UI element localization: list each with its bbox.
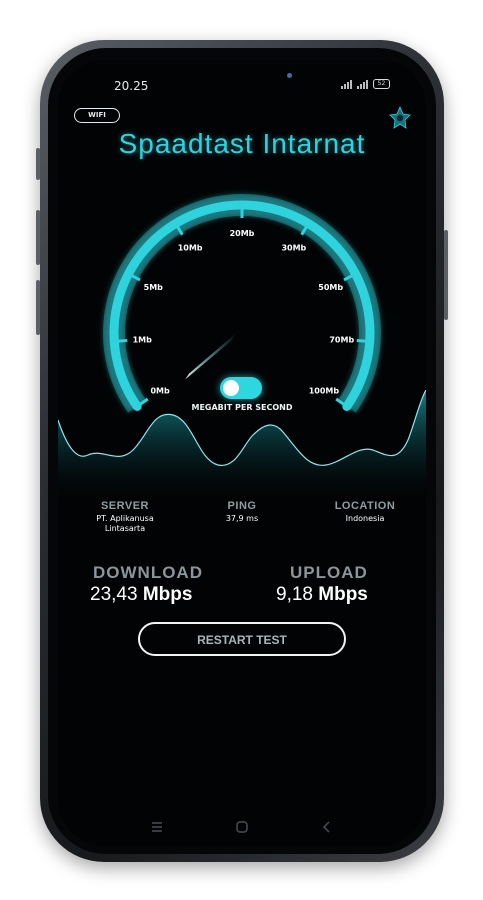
gauge-tick-label: 20Mb xyxy=(230,229,255,238)
home-icon[interactable] xyxy=(235,820,249,834)
download-label: DOWNLOAD xyxy=(93,563,203,582)
volume-up-button xyxy=(36,148,40,180)
battery-icon: 52 xyxy=(373,79,390,89)
menu-icon[interactable] xyxy=(150,820,164,834)
ping-value: 37,9 ms xyxy=(225,514,259,523)
upload-label: UPLOAD xyxy=(290,563,368,582)
volume-button xyxy=(36,280,40,335)
location-value: Indonesia xyxy=(345,514,385,523)
signal-icon xyxy=(341,79,352,89)
download-unit: Mbps xyxy=(142,584,193,605)
gauge-tick-label: 10Mb xyxy=(178,244,203,253)
gauge-tick-label: 5Mb xyxy=(144,283,164,292)
gauge-tick-mark xyxy=(118,339,128,343)
status-icons: 52 xyxy=(341,79,390,89)
gauge-tick-label: 50Mb xyxy=(318,283,343,292)
gauge-tick-mark xyxy=(356,339,366,343)
app-screen: 20.25 52 WIFI Spaadtast Intarnat 0Mb 1Mb… xyxy=(58,60,426,846)
gear-icon[interactable] xyxy=(388,106,412,130)
location-info: LOCATION Indonesia xyxy=(320,500,410,524)
upload-speed: 9,18 xyxy=(276,584,313,605)
gauge-tick-label: 1Mb xyxy=(133,336,153,345)
navigation-bar xyxy=(58,820,426,834)
power-button xyxy=(444,230,448,320)
upload-unit: Mbps xyxy=(318,584,368,605)
download-speed: 23,43 xyxy=(90,584,138,605)
network-badge: WIFI xyxy=(74,108,120,123)
volume-down-button xyxy=(36,210,40,265)
server-name-line1: PT. Aplikanusa xyxy=(96,514,154,523)
front-camera-icon xyxy=(287,73,292,78)
gauge-tick-label: 70Mb xyxy=(329,336,354,345)
download-value: 23,43 Mbps xyxy=(90,584,192,606)
gauge-needle xyxy=(185,332,237,380)
server-name-line2: Lintasarta xyxy=(104,524,146,533)
status-time: 20.25 xyxy=(114,79,149,93)
upload-value: 9,18 Mbps xyxy=(276,584,368,606)
server-info: SERVER PT. Aplikanusa Lintasarta xyxy=(70,500,180,534)
speed-waveform xyxy=(58,390,426,500)
ping-label: PING xyxy=(227,500,257,512)
location-label: LOCATION xyxy=(334,500,396,512)
back-icon[interactable] xyxy=(320,820,334,834)
signal-icon-2 xyxy=(357,79,368,89)
ping-info: PING 37,9 ms xyxy=(202,500,282,524)
gauge-tick-label: 30Mb xyxy=(281,244,306,253)
app-title: Spaadtast Intarnat xyxy=(118,128,366,159)
restart-test-button[interactable]: RESTART TEST xyxy=(138,622,346,656)
server-label: SERVER xyxy=(100,500,150,512)
